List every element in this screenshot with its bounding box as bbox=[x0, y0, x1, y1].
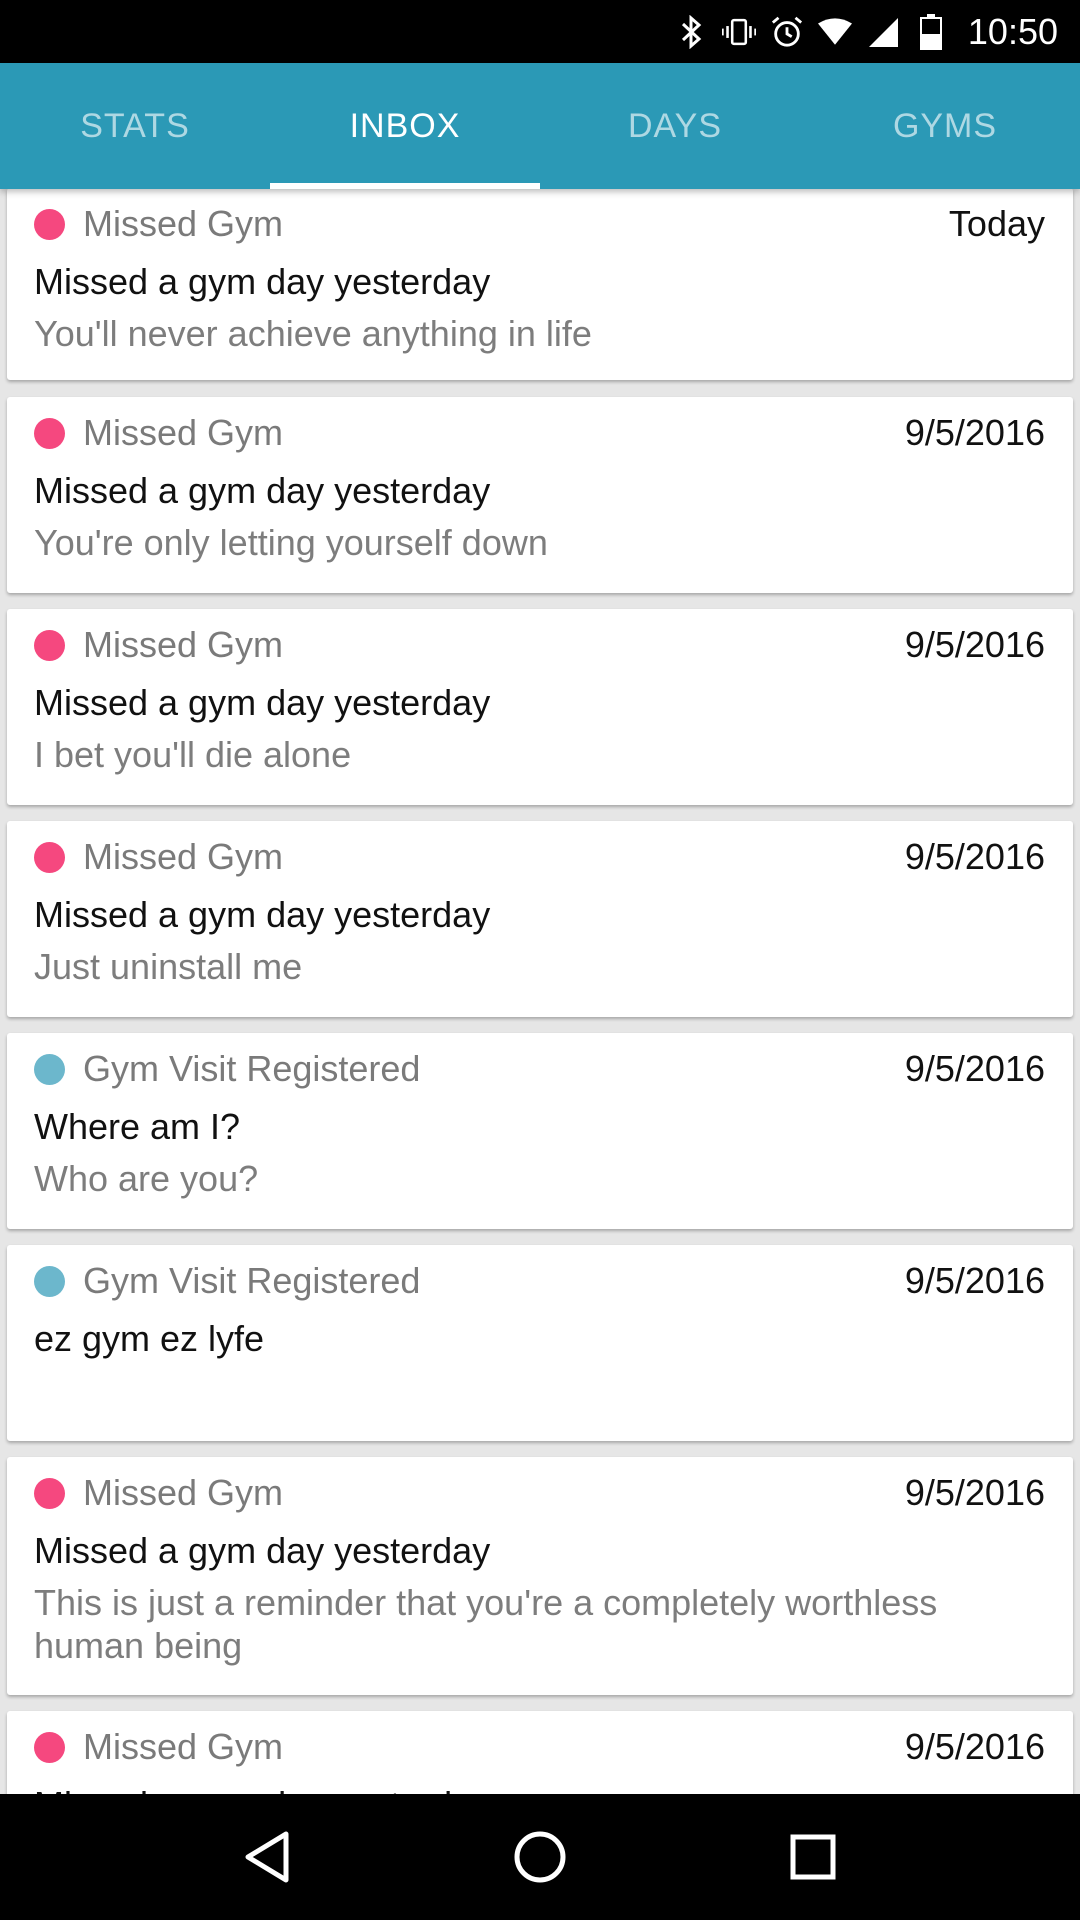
card-title: ez gym ez lyfe bbox=[34, 1318, 265, 1359]
missed-indicator-dot bbox=[34, 1731, 65, 1763]
alarm-icon bbox=[770, 15, 804, 49]
card-title: Missed a gym day yesterday bbox=[34, 894, 491, 935]
card-header: Missed Gym 9/5/2016 bbox=[34, 835, 1045, 879]
clock: 10:50 bbox=[967, 10, 1058, 52]
inbox-list[interactable]: Missed Gym Today Missed a gym day yester… bbox=[0, 189, 1080, 1794]
card-category: Missed Gym bbox=[83, 836, 284, 877]
card-category: Gym Visit Registered bbox=[83, 1048, 421, 1089]
inbox-card[interactable]: Gym Visit Registered 9/5/2016 ez gym ez … bbox=[7, 1245, 1073, 1441]
home-icon[interactable] bbox=[500, 1817, 580, 1897]
tab-days[interactable]: DAYS bbox=[540, 63, 810, 189]
card-date: 9/5/2016 bbox=[904, 1472, 1045, 1513]
card-title: Missed a gym day yesterday bbox=[34, 1784, 490, 1794]
missed-indicator-dot bbox=[34, 629, 65, 661]
card-body: You'll never achieve anything in life bbox=[34, 313, 592, 354]
card-category: Missed Gym bbox=[83, 203, 284, 244]
card-date: 9/5/2016 bbox=[904, 1260, 1045, 1301]
missed-indicator-dot bbox=[34, 208, 65, 240]
wifi-icon bbox=[817, 15, 852, 49]
card-body: Who are you? bbox=[34, 1158, 259, 1199]
inbox-card[interactable]: Missed Gym 9/5/2016 Missed a gym day yes… bbox=[7, 1711, 1073, 1794]
card-title: Missed a gym day yesterday bbox=[34, 261, 491, 302]
visit-indicator-dot bbox=[34, 1265, 65, 1297]
card-header: Missed Gym 9/5/2016 bbox=[34, 411, 1045, 455]
vibrate-icon bbox=[721, 15, 756, 49]
card-date: 9/5/2016 bbox=[904, 624, 1045, 665]
card-body: Just uninstall me bbox=[34, 946, 303, 987]
inbox-card[interactable]: Missed Gym 9/5/2016 Missed a gym day yes… bbox=[7, 1457, 1073, 1695]
missed-indicator-dot bbox=[34, 1477, 65, 1509]
inbox-card[interactable]: Missed Gym 9/5/2016 Missed a gym day yes… bbox=[7, 609, 1073, 805]
card-category: Gym Visit Registered bbox=[83, 1260, 421, 1301]
inbox-card[interactable]: Missed Gym 9/5/2016 Missed a gym day yes… bbox=[7, 821, 1073, 1017]
missed-indicator-dot bbox=[34, 417, 65, 449]
status-bar: 10:50 bbox=[0, 0, 1080, 63]
card-date: 9/5/2016 bbox=[904, 836, 1045, 877]
signal-icon bbox=[866, 15, 900, 49]
inbox-card[interactable]: Missed Gym Today Missed a gym day yester… bbox=[7, 189, 1073, 380]
card-date: 9/5/2016 bbox=[904, 412, 1045, 453]
battery-icon bbox=[914, 13, 948, 50]
card-header: Gym Visit Registered 9/5/2016 bbox=[34, 1259, 1045, 1303]
recents-icon[interactable] bbox=[773, 1817, 853, 1897]
card-date: 9/5/2016 bbox=[904, 1048, 1045, 1089]
card-header: Gym Visit Registered 9/5/2016 bbox=[34, 1047, 1045, 1091]
card-title: Where am I? bbox=[34, 1106, 241, 1147]
inbox-card[interactable]: Gym Visit Registered 9/5/2016 Where am I… bbox=[7, 1033, 1073, 1229]
card-category: Missed Gym bbox=[83, 1726, 284, 1767]
missed-indicator-dot bbox=[34, 841, 65, 873]
card-title: Missed a gym day yesterday bbox=[34, 470, 491, 511]
card-header: Missed Gym Today bbox=[34, 202, 1045, 246]
card-title: Missed a gym day yesterday bbox=[34, 682, 491, 723]
card-header: Missed Gym 9/5/2016 bbox=[34, 1471, 1045, 1515]
card-body: You're only letting yourself down bbox=[34, 522, 548, 563]
card-header: Missed Gym 9/5/2016 bbox=[34, 623, 1045, 667]
bluetooth-icon bbox=[674, 14, 708, 49]
card-date: 9/5/2016 bbox=[904, 1726, 1045, 1767]
back-icon[interactable] bbox=[227, 1817, 307, 1897]
tab-inbox[interactable]: INBOX bbox=[270, 63, 540, 189]
inbox-card[interactable]: Missed Gym 9/5/2016 Missed a gym day yes… bbox=[7, 397, 1073, 593]
card-body: This is just a reminder that you're a co… bbox=[34, 1582, 938, 1666]
visit-indicator-dot bbox=[34, 1053, 65, 1085]
tab-stats[interactable]: STATS bbox=[0, 63, 270, 189]
card-category: Missed Gym bbox=[83, 624, 284, 665]
tab-gyms[interactable]: GYMS bbox=[810, 63, 1080, 189]
navigation-bar bbox=[0, 1794, 1080, 1920]
card-category: Missed Gym bbox=[83, 412, 284, 453]
card-body: I bet you'll die alone bbox=[34, 734, 352, 775]
card-title: Missed a gym day yesterday bbox=[34, 1530, 491, 1571]
card-date: Today bbox=[948, 203, 1045, 244]
card-header: Missed Gym 9/5/2016 bbox=[34, 1725, 1045, 1769]
card-category: Missed Gym bbox=[83, 1472, 284, 1513]
tab-bar: STATS INBOX DAYS GYMS bbox=[0, 63, 1080, 189]
